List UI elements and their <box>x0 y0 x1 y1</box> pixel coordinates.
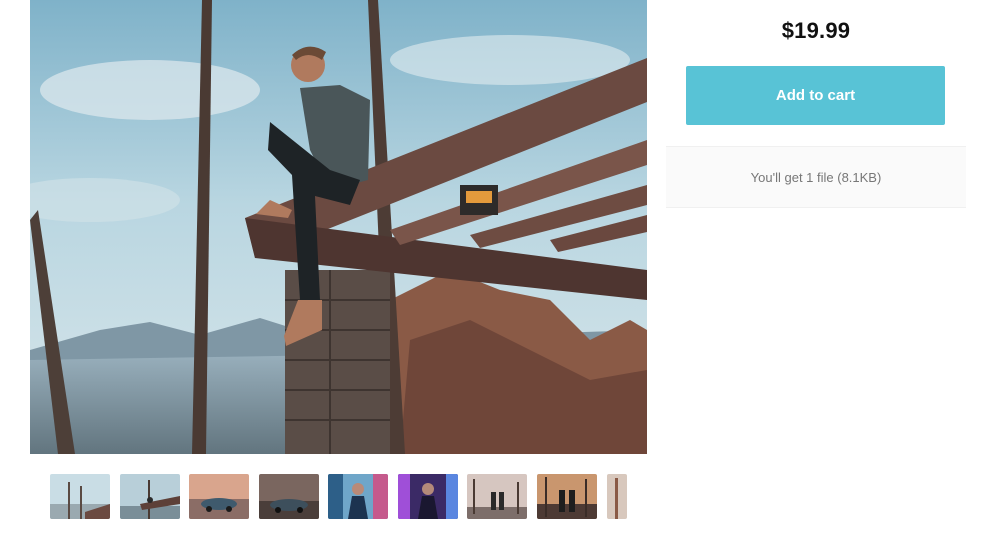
product-price: $19.99 <box>781 18 851 43</box>
add-to-cart-button[interactable]: Add to cart <box>686 66 945 125</box>
thumbnail-4[interactable] <box>259 474 319 519</box>
thumbnail-9[interactable] <box>607 474 627 519</box>
main-product-image[interactable] <box>30 0 647 454</box>
file-info: You'll get 1 file (8.1KB) <box>666 146 966 208</box>
purchase-panel: $19.99 Add to cart You'll get 1 file (8.… <box>666 0 966 536</box>
thumbnail-6[interactable] <box>398 474 458 519</box>
thumbnail-8[interactable] <box>537 474 597 519</box>
thumbnail-3[interactable] <box>189 474 249 519</box>
thumbnail-5[interactable] <box>328 474 388 519</box>
thumbnail-7[interactable] <box>467 474 527 519</box>
thumbnail-1[interactable] <box>50 474 110 519</box>
thumbnail-2[interactable] <box>120 474 180 519</box>
product-gallery <box>30 0 647 536</box>
thumbnail-strip <box>30 454 647 536</box>
